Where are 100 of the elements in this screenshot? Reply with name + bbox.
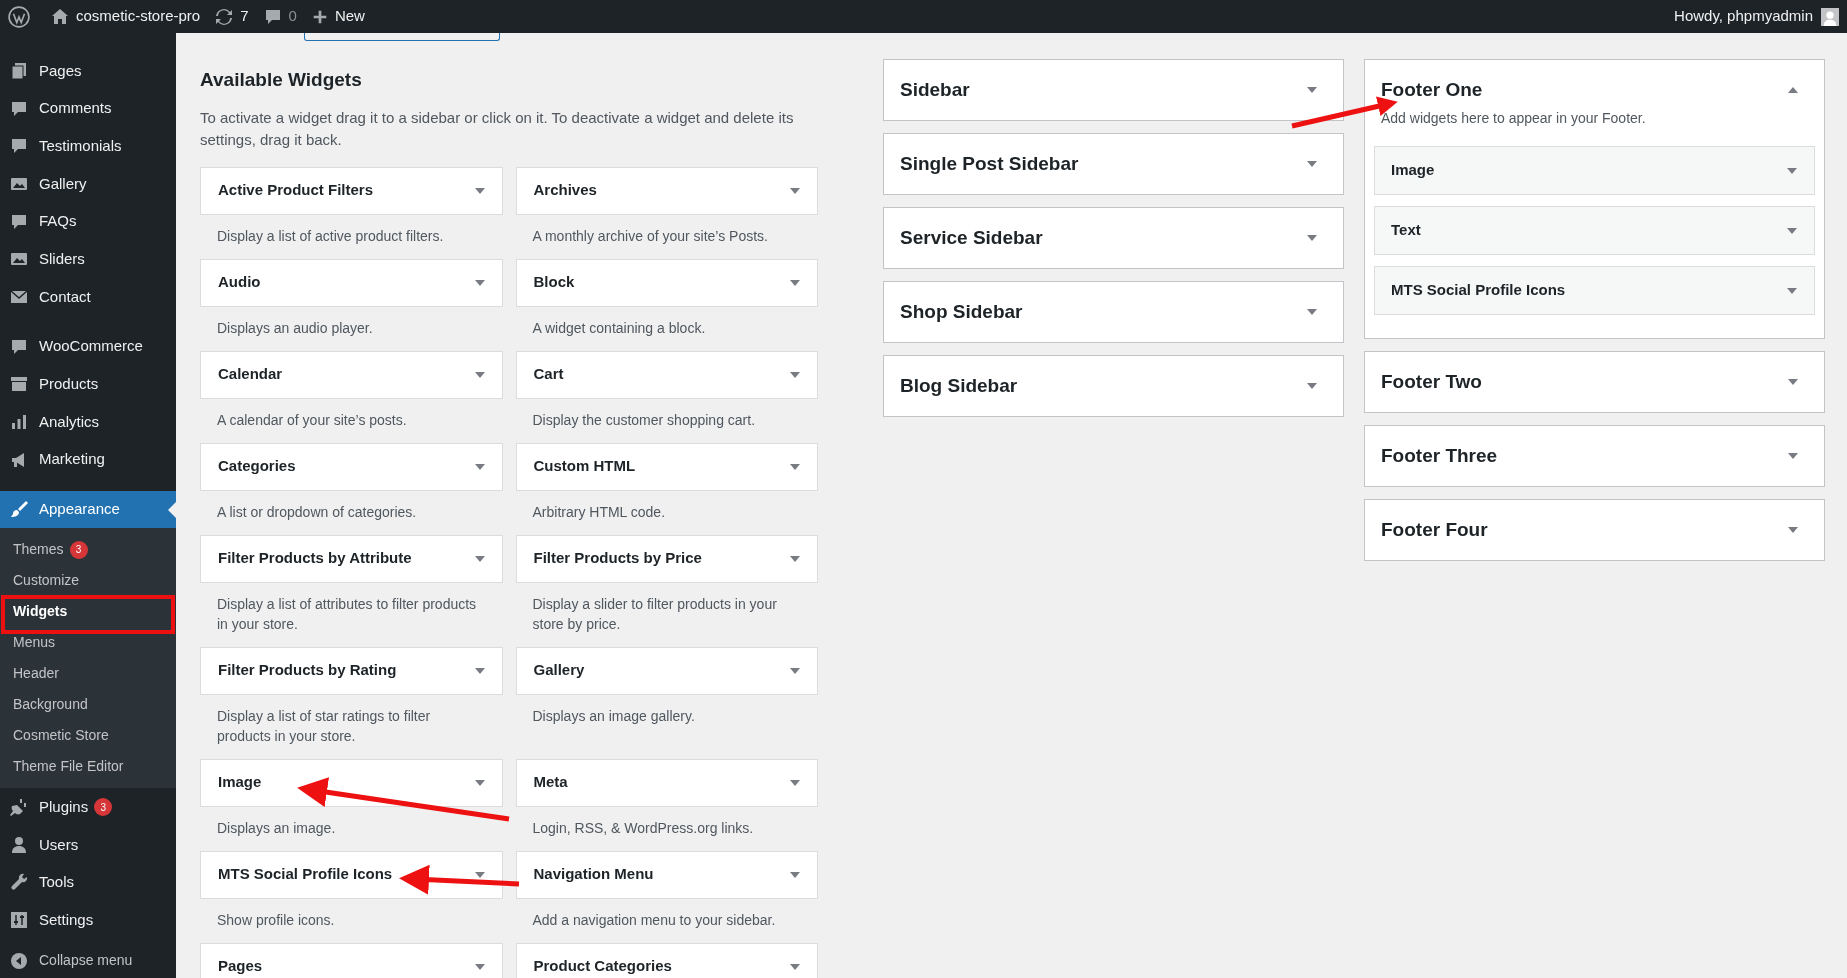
menu-item[interactable]: Settings <box>0 901 176 939</box>
widget-description: Display a list of active product filters. <box>216 226 445 246</box>
widget-title: Archives <box>533 180 597 201</box>
home-icon <box>50 6 70 27</box>
widget-card[interactable]: Product Categories <box>515 942 818 978</box>
sidebar-title: Footer Four <box>1381 517 1488 542</box>
widget-card[interactable]: Active Product Filters <box>200 166 503 215</box>
widget-card[interactable]: Filter Products by Attribute <box>200 534 503 583</box>
expand-toggle[interactable] <box>1307 87 1317 93</box>
comments-link[interactable]: 0 <box>262 5 297 28</box>
menu-label: Testimonials <box>39 135 122 156</box>
site-link[interactable]: cosmetic-store-pro <box>50 5 201 28</box>
submenu-label: Customize <box>13 571 80 591</box>
wordpress-logo-icon <box>8 5 30 28</box>
expand-toggle[interactable] <box>1307 309 1317 315</box>
widget-card[interactable]: Pages <box>200 942 503 978</box>
menu-item[interactable]: Products <box>0 365 176 404</box>
avatar-icon <box>1821 7 1839 26</box>
widget-card[interactable]: Image <box>200 758 503 807</box>
expand-toggle[interactable] <box>1788 379 1798 385</box>
menu-item[interactable]: Comments <box>0 89 176 128</box>
submenu-item[interactable]: Widgets <box>0 596 176 628</box>
menu-item[interactable]: Tools <box>0 863 176 902</box>
submenu-item[interactable]: Header <box>0 658 176 690</box>
menu-label: WooCommerce <box>39 336 143 357</box>
menu-item[interactable]: Pages <box>0 52 176 90</box>
caret-down-icon <box>1788 379 1798 385</box>
caret-down-icon <box>474 871 485 878</box>
greeting: Howdy, phpmyadmin <box>1674 6 1813 27</box>
expand-toggle[interactable] <box>1307 161 1317 167</box>
widget-title: Calendar <box>218 364 283 385</box>
widget-card[interactable]: Navigation Menu <box>515 850 818 899</box>
widget-card[interactable]: Image <box>1374 146 1815 195</box>
submenu-item[interactable]: Cosmetic Store <box>0 720 176 752</box>
widget-card[interactable]: Cart <box>515 350 818 399</box>
preview-button[interactable] <box>304 33 500 41</box>
expand-toggle[interactable] <box>1307 235 1317 241</box>
widget-description: A widget containing a block. <box>531 318 707 338</box>
updates-link[interactable]: 7 <box>214 5 249 28</box>
caret-down-icon <box>474 779 485 786</box>
submenu-item[interactable]: Customize <box>0 565 176 597</box>
widget-card[interactable]: Text <box>1374 206 1815 255</box>
menu-label: Tools <box>39 872 75 893</box>
collapse-menu-button[interactable]: Collapse menu <box>0 943 176 978</box>
sidebar-title: Single Post Sidebar <box>900 151 1079 176</box>
widget-card[interactable]: Gallery <box>515 646 818 695</box>
widget-description: Show profile icons. <box>216 910 336 930</box>
new-link[interactable]: New <box>310 5 365 28</box>
widget-card[interactable]: Audio <box>200 258 503 307</box>
widget-title: Meta <box>533 772 568 793</box>
widget-card[interactable]: Block <box>515 258 818 307</box>
submenu-item[interactable]: Theme File Editor <box>0 751 176 783</box>
widget-title: Block <box>533 272 575 293</box>
submenu-item[interactable]: Themes 3 <box>0 534 176 566</box>
widget-card[interactable]: Categories <box>200 442 503 491</box>
submenu-item[interactable]: Menus <box>0 627 176 659</box>
sidebar-title: Shop Sidebar <box>900 299 1023 324</box>
submenu-item[interactable]: Background <box>0 689 176 721</box>
widget-title: Navigation Menu <box>533 864 654 885</box>
widget-title: Filter Products by Price <box>533 548 702 569</box>
page-icon <box>9 60 29 81</box>
menu-label: Analytics <box>39 411 100 432</box>
menu-item[interactable]: Testimonials <box>0 127 176 166</box>
menu-label: FAQs <box>39 211 77 232</box>
widget-title: Cart <box>533 364 564 385</box>
expand-toggle[interactable] <box>1788 453 1798 459</box>
caret-down-icon <box>1307 309 1317 315</box>
count-badge: 3 <box>94 798 113 817</box>
person-icon <box>9 834 29 855</box>
submenu-label: Widgets <box>13 602 68 622</box>
widget-card[interactable]: MTS Social Profile Icons <box>1374 266 1815 315</box>
instructions-text: To activate a widget drag it to a sidebar or click on it. To deactivate a widget and delete its settings, drag it back. <box>200 107 795 150</box>
widget-card[interactable]: Custom HTML <box>515 442 818 491</box>
expand-toggle[interactable] <box>1307 383 1317 389</box>
widget-card[interactable]: MTS Social Profile Icons <box>200 850 503 899</box>
menu-item[interactable]: WooCommerce <box>0 327 176 366</box>
menu-item[interactable]: Analytics <box>0 403 176 441</box>
menu-item[interactable]: Marketing <box>0 440 176 479</box>
menu-item[interactable]: Contact <box>0 278 176 316</box>
menu-item[interactable]: Plugins 3 <box>0 788 176 826</box>
widget-card[interactable]: Filter Products by Price <box>515 534 818 583</box>
refresh-icon <box>214 6 235 27</box>
sliders-icon <box>9 910 29 931</box>
menu-item[interactable]: FAQs <box>0 202 176 241</box>
account-link[interactable]: Howdy, phpmyadmin <box>1674 5 1839 28</box>
new-label: New <box>334 6 365 27</box>
widget-card[interactable]: Filter Products by Rating <box>200 646 503 695</box>
widget-card[interactable]: Archives <box>515 166 818 215</box>
expand-toggle[interactable] <box>1788 87 1798 93</box>
menu-item[interactable]: Gallery <box>0 165 176 203</box>
widget-card[interactable]: Calendar <box>200 350 503 399</box>
menu-item[interactable]: Sliders <box>0 240 176 279</box>
caret-down-icon <box>790 187 800 194</box>
expand-toggle[interactable] <box>1788 527 1798 533</box>
menu-item[interactable]: Appearance <box>0 490 176 529</box>
widget-description: Display the customer shopping cart. <box>531 410 757 430</box>
caret-down-icon <box>790 279 800 286</box>
menu-item[interactable]: Users <box>0 825 176 864</box>
widget-title: Categories <box>218 456 296 477</box>
widget-card[interactable]: Meta <box>515 758 818 807</box>
